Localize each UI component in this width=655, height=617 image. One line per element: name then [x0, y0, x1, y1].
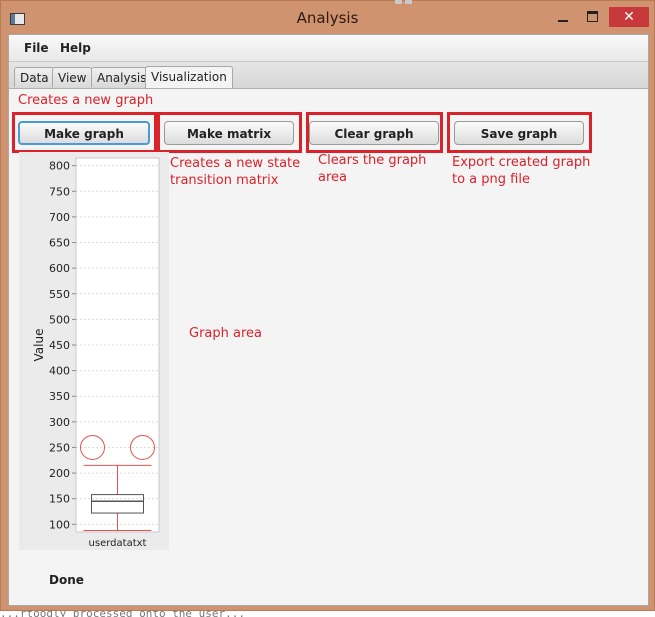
annotation-graph-area: Graph area [189, 326, 262, 341]
y-tick-label: 150 [49, 493, 70, 506]
background-text: ...rtoodly processed onto the user... [0, 610, 246, 617]
tab-bar: Data View Analysis Visualization [9, 62, 648, 89]
y-tick-label: 350 [49, 390, 70, 403]
y-tick-label: 650 [49, 237, 70, 250]
box-plot-chart: 100 150 200 250 300 350 400 450 500 550 600 650 700 7… [32, 157, 160, 549]
y-tick-label: 450 [49, 339, 70, 352]
tab-data[interactable]: Data [14, 67, 55, 87]
annotation-save-graph-line1: Export created graph [452, 155, 591, 170]
tab-view[interactable]: View [52, 67, 93, 87]
title-bar[interactable]: Analysis ✕ [1, 1, 654, 34]
make-matrix-button[interactable]: Make matrix [164, 121, 294, 145]
clear-graph-button[interactable]: Clear graph [309, 121, 439, 145]
annotation-clear-graph: Clears the graph area [318, 152, 426, 186]
close-button[interactable]: ✕ [609, 7, 649, 27]
menu-file[interactable]: File [24, 41, 49, 55]
background-sliver [395, 0, 402, 4]
y-tick-label: 100 [49, 518, 70, 531]
save-graph-button[interactable]: Save graph [454, 121, 584, 145]
tab-visualization[interactable]: Visualization [145, 66, 233, 88]
annotation-save-graph: Export created graph to a png file [452, 154, 590, 188]
y-tick-label: 550 [49, 288, 70, 301]
make-graph-button[interactable]: Make graph [18, 121, 150, 145]
graph-area[interactable]: 100 150 200 250 300 350 400 450 500 550 600 650 700 7… [19, 152, 169, 550]
annotation-make-matrix-line2: transition matrix [170, 173, 279, 188]
y-tick-label: 800 [49, 160, 70, 173]
annotation-make-graph: Creates a new graph [18, 93, 154, 108]
annotation-clear-graph-line1: Clears the graph [318, 153, 427, 168]
client-area: File Help Data View Analysis Visualizati… [8, 34, 649, 606]
y-tick-label: 750 [49, 185, 70, 198]
annotation-make-matrix: Creates a new state transition matrix [170, 155, 300, 189]
tab-analysis[interactable]: Analysis [91, 67, 153, 87]
status-label: Done [49, 573, 84, 587]
annotation-save-graph-line2: to a png file [452, 172, 530, 187]
y-tick-label: 300 [49, 416, 70, 429]
menu-help[interactable]: Help [60, 41, 91, 55]
y-tick-label: 400 [49, 365, 70, 378]
y-tick-label: 200 [49, 467, 70, 480]
y-tick-label: 250 [49, 441, 70, 454]
x-category-label: userdatatxt [89, 538, 147, 549]
y-tick-label: 500 [49, 313, 70, 326]
menu-bar: File Help [9, 35, 648, 62]
annotation-make-matrix-line1: Creates a new state [170, 156, 301, 171]
y-axis-label: Value [32, 329, 46, 362]
maximize-button[interactable] [579, 7, 607, 27]
annotation-clear-graph-line2: area [318, 170, 347, 185]
background-sliver [405, 0, 412, 4]
analysis-window: Analysis ✕ File Help Data View Analysis … [0, 0, 655, 611]
y-tick-label: 700 [49, 211, 70, 224]
minimize-button[interactable] [549, 7, 577, 27]
y-tick-label: 600 [49, 262, 70, 275]
